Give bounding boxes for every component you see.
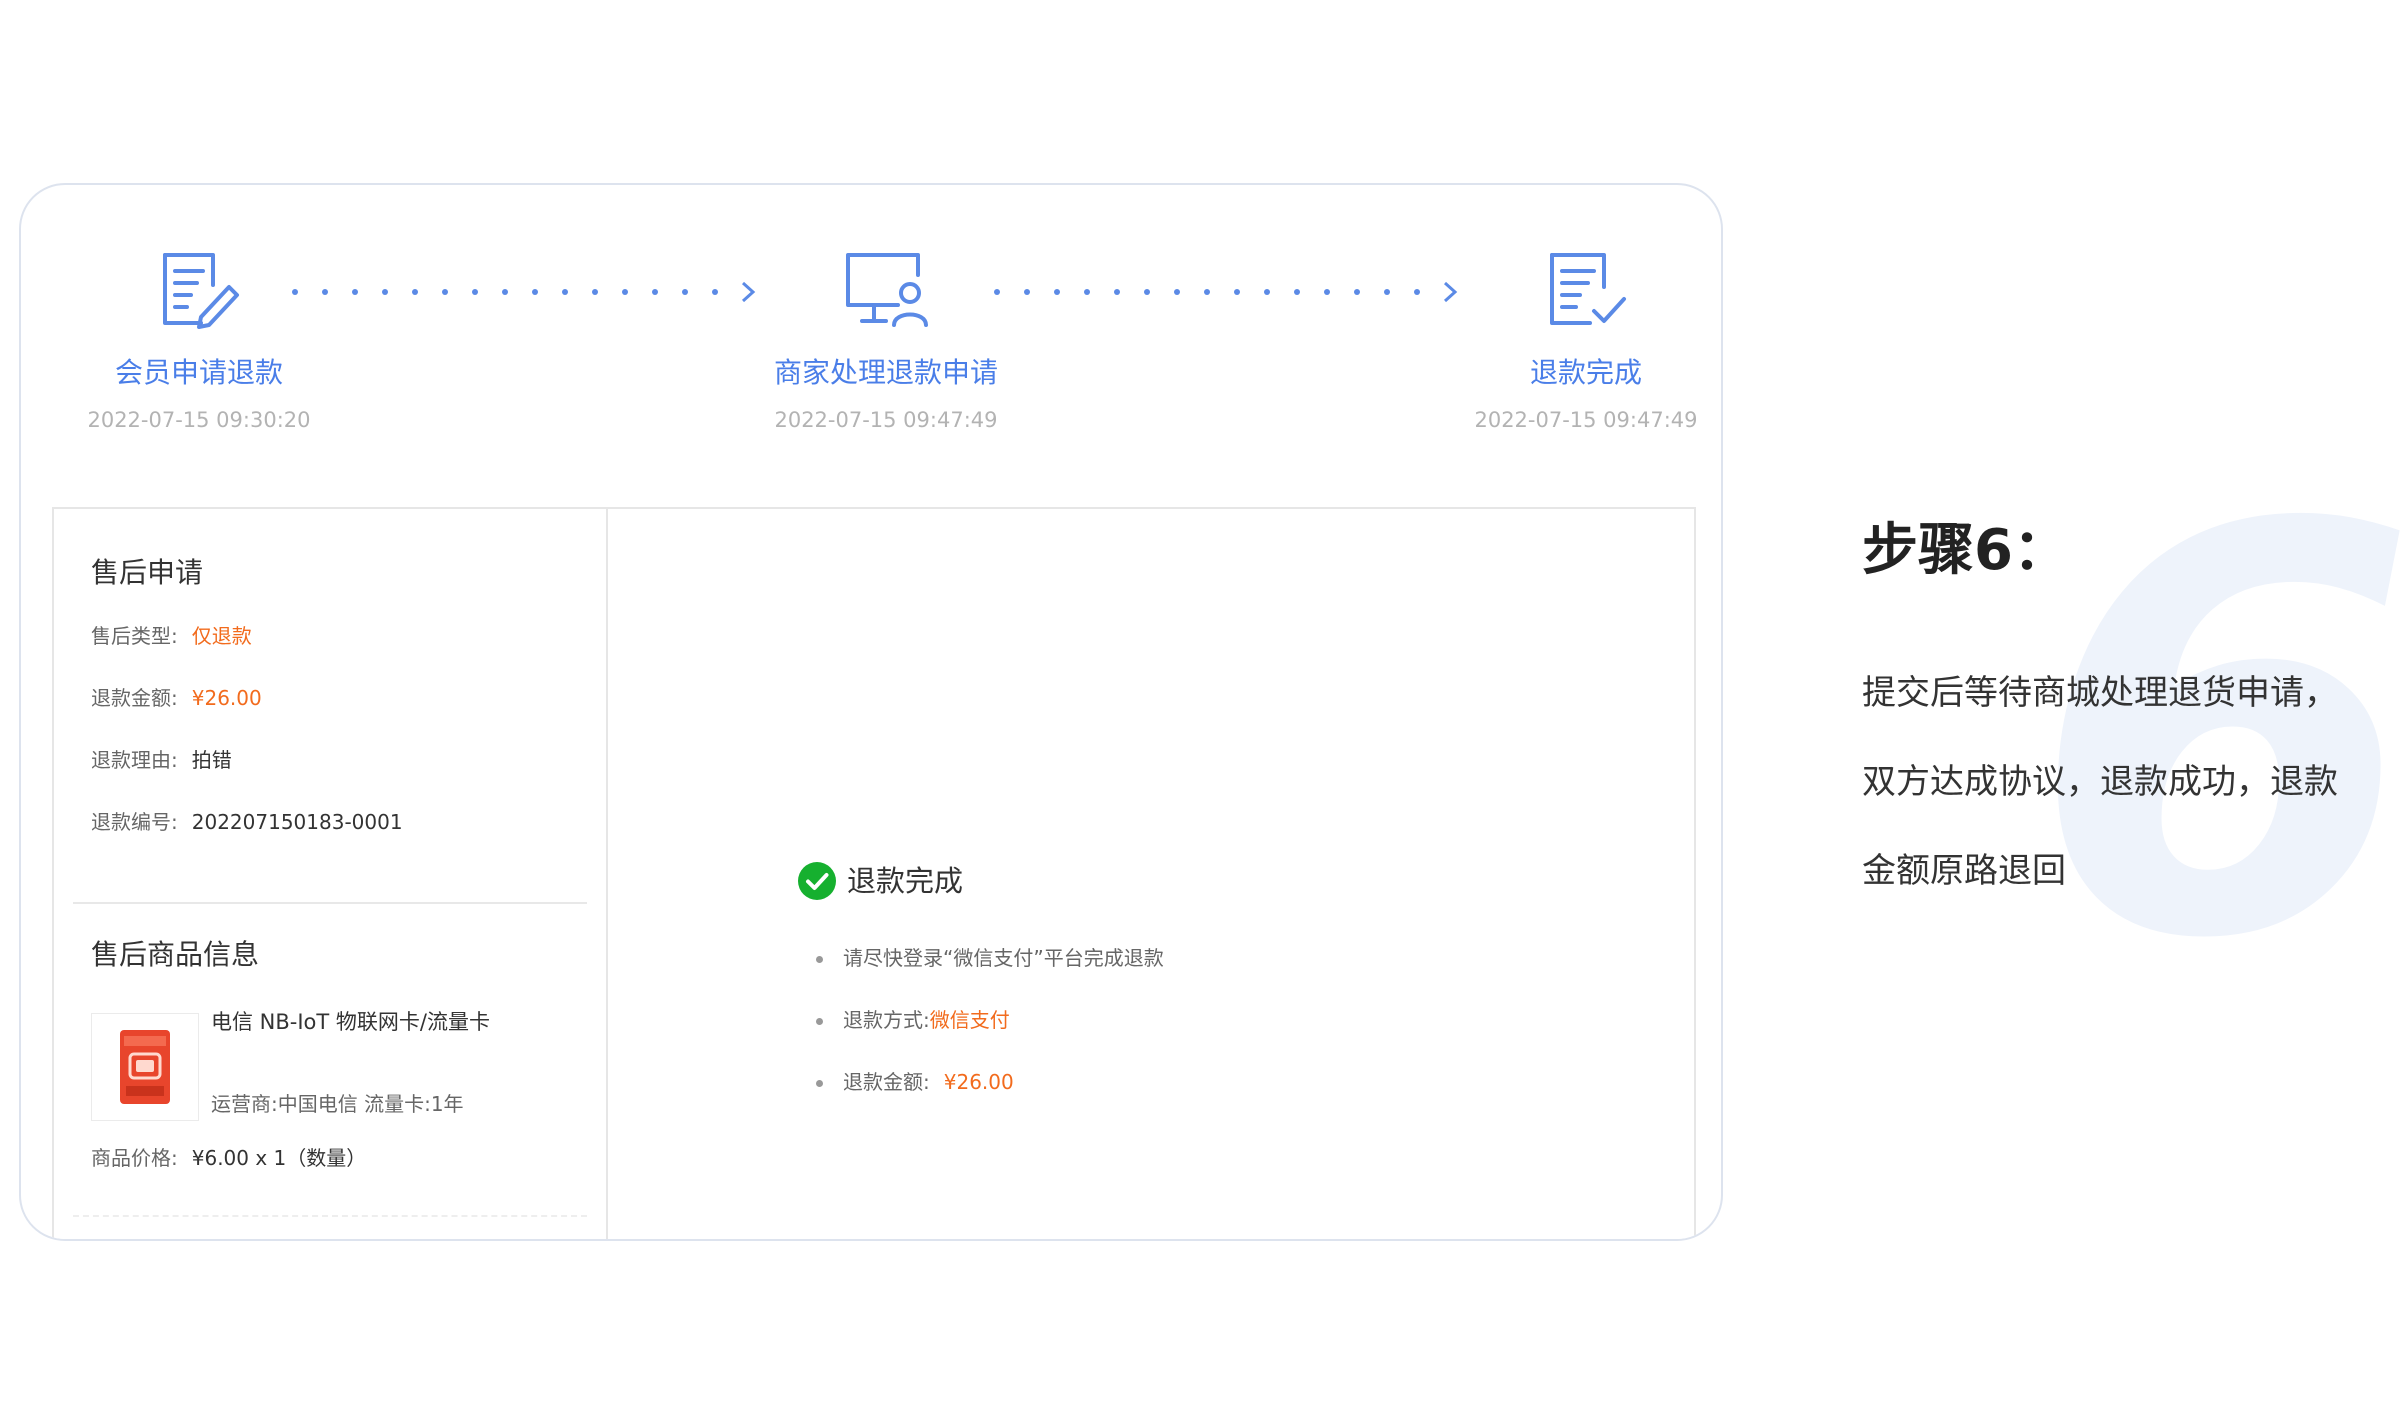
section-divider [73,902,587,904]
row-label: 退款金额: [91,686,178,710]
row-label: 售后类型: [91,624,178,648]
refund-reason-value: 拍错 [191,748,232,772]
result-note-item: 退款金额: ¥26.00 [816,1067,1014,1097]
refund-progress-card: 会员申请退款 2022-07-15 09:30:20 商家处理退款申请 2022… [19,183,1723,1241]
product-spec: 运营商:中国电信 流量卡:1年 [211,1092,464,1116]
step-time: 2022-07-15 09:47:49 [1474,408,1698,432]
step-description-line: 金额原路退回 [1862,851,2066,891]
progress-connector [289,277,769,307]
refund-status: 退款完成 [797,859,963,903]
note-label: 退款金额: [843,1070,930,1094]
step-title: 步骤6： [1862,518,2069,583]
row-label: 退款理由: [91,748,178,772]
document-check-icon [1550,253,1626,325]
bullet-icon [816,1080,823,1087]
refund-number-value: 202207150183-0001 [191,810,403,834]
refund-amount-value: ¥26.00 [191,686,262,710]
monitor-user-icon [846,253,928,327]
result-note-item: 请尽快登录“微信支付”平台完成退款 [816,943,1164,973]
product-info-title: 售后商品信息 [91,938,260,971]
step-member-apply: 会员申请退款 2022-07-15 09:30:20 [21,241,379,435]
product-thumbnail[interactable] [91,1013,199,1121]
product-name[interactable]: 电信 NB-IoT 物联网卡/流量卡 [211,1007,490,1037]
after-sale-info-column: 售后申请 售后类型: 仅退款 退款金额: ¥26.00 退款理由: 拍错 退款编号: 2… [54,509,608,1239]
step-description-line: 双方达成协议，退款成功，退款 [1862,762,2338,802]
note-label: 退款方式: [843,1008,930,1032]
note-text: 请尽快登录“微信支付”平台完成退款 [843,946,1164,970]
section-divider [73,1215,587,1217]
step-description-line: 提交后等待商城处理退货申请， [1862,673,2338,713]
product-price-value: ¥6.00 x 1（数量） [191,1146,367,1170]
after-sale-title: 售后申请 [91,556,204,589]
sim-card-icon [120,1030,170,1104]
step-merchant-process: 商家处理退款申请 2022-07-15 09:47:49 [706,241,1066,435]
bullet-icon [816,956,823,963]
step-label: 会员申请退款 [114,356,283,389]
row-label: 商品价格: [91,1146,178,1170]
product-price-row: 商品价格: ¥6.00 x 1（数量） [91,1143,366,1173]
refund-status-text: 退款完成 [847,864,964,898]
after-sale-panel: 售后申请 售后类型: 仅退款 退款金额: ¥26.00 退款理由: 拍错 退款编号: 2… [52,507,1696,1239]
step-label: 商家处理退款申请 [773,356,998,389]
document-edit-icon [163,253,239,329]
refund-result-column: 退款完成 请尽快登录“微信支付”平台完成退款 退款方式:微信支付 退款金额: ¥2… [608,509,1694,1239]
after-sale-type-value: 仅退款 [191,624,252,648]
step-time: 2022-07-15 09:30:20 [87,408,311,432]
after-sale-type-row: 售后类型: 仅退款 [91,621,252,651]
bullet-icon [816,1018,823,1025]
refund-method-value: 微信支付 [929,1008,1010,1032]
refund-number-row: 退款编号: 202207150183-0001 [91,807,403,837]
background-step-number: 6 [2030,409,2400,1061]
step-label: 退款完成 [1529,356,1642,389]
row-label: 退款编号: [91,810,178,834]
step-refund-complete: 退款完成 2022-07-15 09:47:49 [1406,241,1721,435]
progress-connector [991,277,1471,307]
refund-reason-row: 退款理由: 拍错 [91,745,232,775]
refund-amount-row: 退款金额: ¥26.00 [91,683,262,713]
result-note-item: 退款方式:微信支付 [816,1005,1010,1035]
success-check-icon [798,862,836,900]
result-amount-value: ¥26.00 [943,1070,1014,1094]
step-time: 2022-07-15 09:47:49 [774,408,998,432]
